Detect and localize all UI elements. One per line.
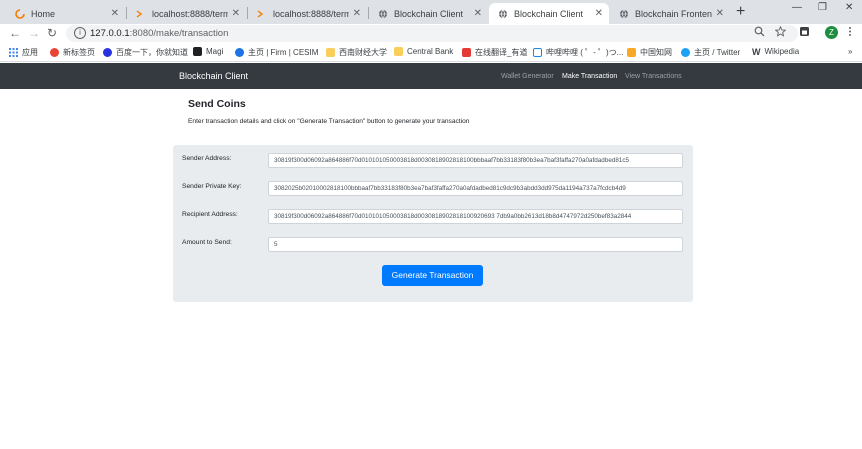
bookmark-star-icon[interactable] [774,25,787,40]
bookmark-label: 百度一下，你就知道 [116,48,188,57]
bookmark-label: Wikipedia [764,47,800,56]
tab-terminal-1[interactable]: localhost:8888/terminals/ ✕ [127,3,246,24]
close-tab-icon[interactable]: ✕ [111,8,119,19]
app-navbar [0,63,862,89]
tab-title: Blockchain Client [394,8,464,19]
tab-blockchain-client-active[interactable]: Blockchain Client ✕ [489,3,609,24]
page-title: Send Coins [188,98,246,110]
cesim-icon [235,48,244,57]
baidu-paw-icon [103,48,112,57]
bookmark-magi[interactable]: Magi [193,47,223,56]
menu-icon[interactable] [848,26,852,40]
bookmark-twitter[interactable]: 主页 / Twitter [681,47,740,58]
tab-home[interactable]: Home ✕ [6,3,125,24]
close-tab-icon[interactable]: ✕ [353,8,361,19]
page-description: Enter transaction details and click on "… [188,118,470,125]
twitter-bird-icon [681,48,690,57]
bookmark-label: 应用 [22,48,38,57]
generate-transaction-button[interactable]: Generate Transaction [382,265,483,286]
recipient-address-label: Recipient Address: [182,211,238,218]
bookmark-label: 西南财经大学 [339,48,387,57]
bookmark-bilibili[interactable]: 哔哩哔哩 ( ゜- ゜)つ... [533,47,623,58]
close-tab-icon[interactable]: ✕ [232,8,240,19]
tab-title: Home [31,8,56,19]
tab-terminal-2[interactable]: localhost:8888/terminals/ ✕ [248,3,367,24]
cnki-icon [627,48,636,57]
close-tab-icon[interactable]: ✕ [474,8,482,19]
terminal-icon [135,8,146,19]
bookmark-cnki[interactable]: 中国知网 [627,47,672,58]
maximize-icon[interactable]: ❐ [818,2,827,13]
tab-blockchain-client-1[interactable]: Blockchain Client ✕ [369,3,488,24]
extension-icon[interactable] [799,26,810,40]
bookmark-label: 在线翻译_有道 [475,48,528,57]
site-info-icon[interactable]: i [74,27,86,39]
nav-wallet-generator[interactable]: Wallet Generator [501,73,554,80]
new-tab-button[interactable]: + [736,3,745,21]
tab-title: Blockchain Frontend [635,8,712,19]
close-window-icon[interactable]: ✕ [845,2,853,13]
zoom-icon[interactable] [754,26,765,40]
bookmark-wikipedia[interactable]: W Wikipedia [752,47,800,57]
close-tab-icon[interactable]: ✕ [595,8,603,19]
page-icon [50,48,59,57]
youdao-icon [462,48,471,57]
more-bookmarks-button[interactable]: » [848,47,852,56]
nav-make-transaction[interactable]: Make Transaction [562,73,617,80]
sender-private-key-input[interactable] [268,181,683,196]
bookmark-apps[interactable]: 应用 [9,47,38,58]
recipient-address-input[interactable] [268,209,683,224]
chevron-right-icon: » [848,47,853,56]
bookmark-cesim[interactable]: 主页 | Firm | CESIM [235,47,318,58]
magi-icon [193,47,202,56]
terminal-icon [256,8,267,19]
tab-title: localhost:8888/terminals/ [152,8,228,19]
loading-icon [14,8,25,19]
bookmark-label: 哔哩哔哩 ( ゜- ゜)つ... [546,48,624,57]
folder-icon [326,48,335,57]
bookmark-label: Magi [206,47,224,56]
sender-address-input[interactable] [268,153,683,168]
tab-title: localhost:8888/terminals/ [273,8,349,19]
bookmark-central-bank[interactable]: Central Bank [394,47,453,56]
amount-input[interactable] [268,237,683,252]
sender-address-label: Sender Address: [182,155,232,162]
bookmark-label: 主页 | Firm | CESIM [248,48,319,57]
bookmark-label: 主页 / Twitter [694,48,741,57]
tab-title: Blockchain Client [514,8,584,19]
reload-button[interactable]: ↻ [47,26,57,40]
app-brand[interactable]: Blockchain Client [179,71,248,81]
bookmark-label: 新标签页 [63,48,95,57]
bookmark-new-tab[interactable]: 新标签页 [50,47,95,58]
bookmark-swufe[interactable]: 西南财经大学 [326,47,387,58]
close-tab-icon[interactable]: ✕ [716,8,724,19]
profile-avatar[interactable]: Z [825,26,838,39]
url-path: :8080/make/transaction [129,28,229,39]
amount-label: Amount to Send: [182,239,232,246]
back-button[interactable]: ← [9,26,21,40]
nav-view-transactions[interactable]: View Transactions [625,73,682,80]
tab-blockchain-frontend[interactable]: Blockchain Frontend ✕ [610,3,730,24]
sender-private-key-label: Sender Private Key: [182,183,242,190]
globe-icon [377,8,388,19]
bookmark-youdao[interactable]: 在线翻译_有道 [462,47,527,58]
apps-grid-icon [9,48,18,57]
wikipedia-icon: W [752,47,761,57]
minimize-icon[interactable]: — [792,2,802,13]
bookmark-baidu[interactable]: 百度一下，你就知道 [103,47,188,58]
bookmark-label: 中国知网 [640,48,672,57]
bookmark-label: Central Bank [407,47,454,56]
forward-button[interactable]: → [28,26,40,40]
url-text[interactable]: 127.0.0.1:8080/make/transaction [90,28,228,39]
globe-icon [497,8,508,19]
globe-icon [618,8,629,19]
bilibili-icon [533,48,542,57]
url-host: 127.0.0.1 [90,28,130,39]
folder-icon [394,47,403,56]
